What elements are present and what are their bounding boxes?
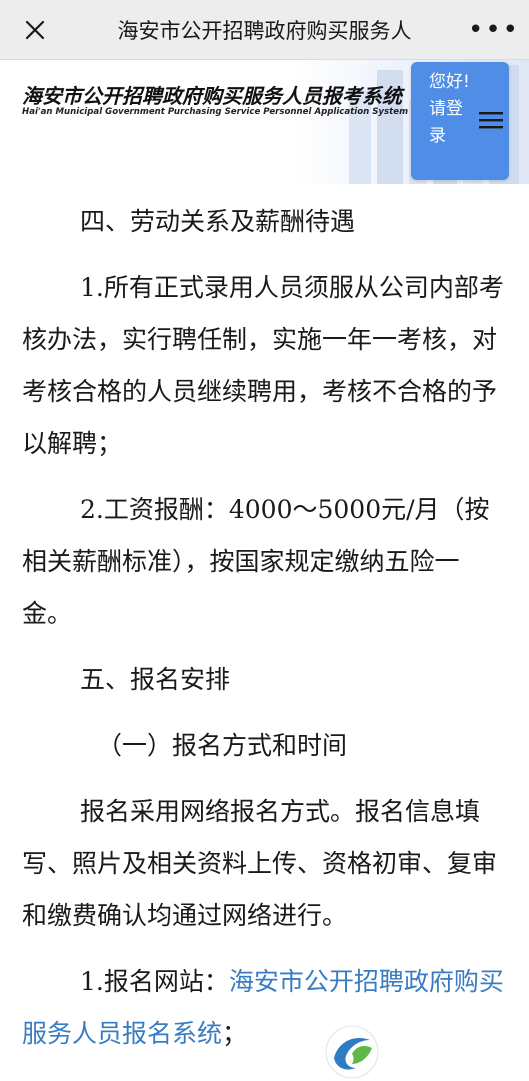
close-icon[interactable] [0,0,70,60]
article-content: 四、劳动关系及薪酬待遇 1.所有正式录用人员须服从公司内部考核办法，实行聘任制，… [0,184,529,1081]
subsection-heading-1: （一）报名方式和时间 [97,731,348,760]
paragraph-appraisal: 1.所有正式录用人员须服从公司内部考核办法，实行聘任制，实施一年一考核，对考核合… [22,273,504,458]
paragraph-registration-method: 报名采用网络报名方式。报名信息填写、照片及相关资料上传、资格初审、复审和缴费确认… [22,797,498,930]
close-icon-glyph [25,20,45,39]
site-logo-title[interactable]: 海安市公开招聘政府购买服务人员报考系统 [22,80,402,109]
site-logo-subtitle: Hai'an Municipal Government Purchasing S… [22,107,409,117]
registration-site-tail: ； [222,1019,248,1048]
registration-site-label: 1.报名网站： [80,967,229,996]
floating-logo-icon[interactable] [324,1024,380,1080]
site-header-banner: 海安市公开招聘政府购买服务人员报考系统 Hai'an Municipal Gov… [0,60,529,184]
section-heading-4: 四、劳动关系及薪酬待遇 [80,207,356,236]
more-options-icon[interactable]: ••• [459,0,529,60]
login-button[interactable]: 您好! 请登录 [411,62,509,180]
paragraph-salary: 2.工资报酬：4000～5000元/月（按相关薪酬标准），按国家规定缴纳五险一金… [22,495,490,628]
page-title: 海安市公开招聘政府购买服务人 [117,18,412,43]
section-heading-5: 五、报名安排 [80,665,231,694]
top-nav-bar: 海安市公开招聘政府购买服务人 ••• [0,0,529,60]
login-prompt-text[interactable]: 您好! 请登录 [429,69,475,150]
paragraph-registration-site: 1.报名网站：海安市公开招聘政府购买服务人员报名系统； [22,956,507,1060]
hamburger-menu-icon[interactable] [477,110,505,130]
